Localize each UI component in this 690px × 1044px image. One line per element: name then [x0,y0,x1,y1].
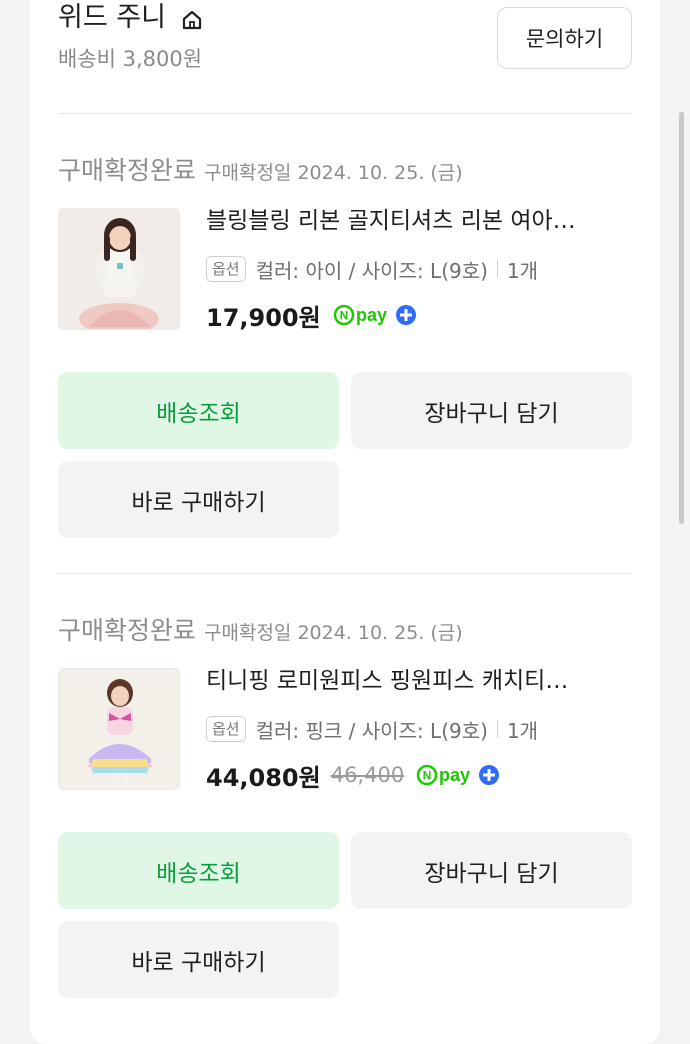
inquiry-button[interactable]: 문의하기 [497,7,632,69]
status-date: 구매확정일 2024. 10. 25. (금) [204,622,463,644]
add-to-cart-button[interactable]: 장바구니 담기 [351,372,632,449]
price-row: 44,080원 46,400 N pay [206,758,502,792]
option-row: 옵션 컬러: 핑크 / 사이즈: L(9호) 1개 [206,714,538,744]
quantity: 1개 [506,718,539,743]
status-label: 구매확정완료 [58,616,197,645]
option-text: 컬러: 아이 / 사이즈: L(9호) [255,258,488,283]
product-thumbnail[interactable] [58,208,180,330]
option-badge: 옵션 [206,716,246,742]
separator [496,260,498,278]
divider [58,113,632,114]
status-date: 구매확정일 2024. 10. 25. (금) [204,162,463,184]
price: 44,080원 [206,763,321,792]
track-shipment-button[interactable]: 배송조회 [58,372,339,449]
option-badge: 옵션 [206,256,246,282]
product-name[interactable]: 블링블링 리본 골지티셔츠 리본 여아… [206,204,634,238]
price-row: 17,900원 N pay [206,298,419,332]
home-icon [182,10,202,30]
option-row: 옵션 컬러: 아이 / 사이즈: L(9호) 1개 [206,254,538,284]
option-text: 컬러: 핑크 / 사이즈: L(9호) [255,718,488,743]
order-item: 구매확정완료 구매확정일 2024. 10. 25. (금) 티니핑 로미원피스 … [0,614,690,1014]
npay-label: pay [439,765,470,785]
buy-again-button[interactable]: 바로 구매하기 [58,921,339,998]
svg-text:N: N [339,309,348,323]
product-thumbnail[interactable] [58,668,180,790]
svg-text:N: N [423,769,432,783]
original-price: 46,400 [330,763,405,787]
quantity: 1개 [506,258,539,283]
npay-plus-icon: N pay [416,764,502,786]
price: 17,900원 [206,303,321,332]
divider [58,573,632,574]
track-shipment-button[interactable]: 배송조회 [58,832,339,909]
order-status: 구매확정완료 구매확정일 2024. 10. 25. (금) [58,154,463,188]
order-item: 구매확정완료 구매확정일 2024. 10. 25. (금) 블링블링 리본 골지… [0,154,690,554]
buy-again-button[interactable]: 바로 구매하기 [58,461,339,538]
product-name[interactable]: 티니핑 로미원피스 핑원피스 캐치티… [206,664,634,698]
npay-plus-icon: N pay [333,304,419,326]
order-status: 구매확정완료 구매확정일 2024. 10. 25. (금) [58,614,463,648]
separator [496,720,498,738]
shipping-fee: 배송비 3,800원 [58,47,203,71]
add-to-cart-button[interactable]: 장바구니 담기 [351,832,632,909]
seller-name[interactable]: 위드 주니 [58,0,166,36]
npay-label: pay [356,305,387,325]
status-label: 구매확정완료 [58,156,197,185]
